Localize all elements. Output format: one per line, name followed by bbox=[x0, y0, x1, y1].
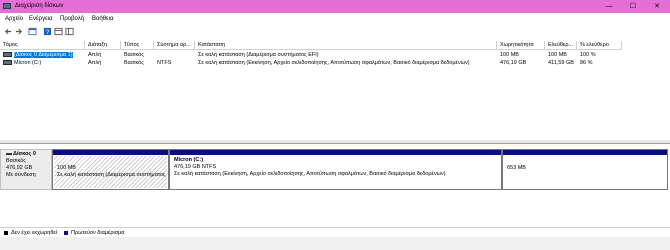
capacity-cell: 100 MB bbox=[500, 52, 519, 58]
status-cell: Σε καλή κατάσταση (Διαμέρισμα συστήματος… bbox=[198, 52, 319, 58]
toolbar: ? bbox=[0, 24, 670, 40]
partition-micron-c[interactable]: Micron (C:) 476,19 GB NTFS Σε καλή κατάσ… bbox=[169, 149, 502, 190]
free-space-cell: 100 MB bbox=[548, 52, 567, 58]
column-header-free-space[interactable]: Ελεύθερ... bbox=[545, 41, 577, 50]
legend-swatch-primary bbox=[64, 231, 68, 235]
filesystem-cell bbox=[154, 51, 195, 59]
column-header-status[interactable]: Κατάσταση bbox=[195, 41, 497, 50]
console-tree-icon[interactable] bbox=[65, 27, 74, 36]
partition-recovery[interactable]: 653 MB bbox=[502, 149, 668, 190]
partition-bar bbox=[53, 150, 168, 155]
help-icon[interactable]: ? bbox=[43, 27, 52, 36]
legend-label-unallocated: Δεν έχει εκχωρηθεί bbox=[11, 230, 58, 236]
menu-file[interactable]: Αρχείο bbox=[5, 16, 23, 22]
column-header-percent-free[interactable]: % ελεύθερο bbox=[577, 41, 622, 50]
maximize-button[interactable]: ☐ bbox=[621, 0, 645, 13]
partition-title: Micron (C:) bbox=[174, 157, 204, 163]
partition-size: 476,19 GB NTFS bbox=[174, 164, 217, 170]
volume-icon bbox=[3, 52, 12, 58]
volume-list: Τόμος Διάταξη Τύπος Σύστημα αρ... Κατάστ… bbox=[0, 40, 670, 140]
type-cell: Βασικός bbox=[124, 52, 144, 58]
filesystem-cell: NTFS bbox=[157, 60, 172, 66]
svg-text:?: ? bbox=[46, 29, 50, 36]
column-header-filesystem[interactable]: Σύστημα αρ... bbox=[154, 41, 195, 50]
column-header-capacity[interactable]: Χωρητικότητα bbox=[497, 41, 545, 50]
partition-bar bbox=[503, 150, 667, 155]
disk-type: Βασικός bbox=[6, 158, 26, 164]
forward-arrow-icon[interactable] bbox=[14, 27, 23, 36]
partition-status: Σε καλή κατάσταση (Εκκίνηση, Αρχείο σελι… bbox=[174, 171, 446, 177]
layout-cell: Απλή bbox=[88, 52, 102, 58]
status-bar bbox=[0, 237, 670, 250]
partition-status: Σε καλή κατάσταση (Διαμέρισμα συστήματος… bbox=[57, 172, 166, 178]
column-header-type[interactable]: Τύπος bbox=[121, 41, 154, 50]
volume-icon bbox=[3, 60, 12, 66]
capacity-cell: 476,19 GB bbox=[500, 60, 527, 66]
back-arrow-icon[interactable] bbox=[4, 27, 13, 36]
partition-size: 100 MB bbox=[57, 165, 76, 171]
percent-free-cell: 100 % bbox=[580, 52, 596, 58]
percent-free-cell: 86 % bbox=[580, 60, 593, 66]
window-title: Διαχείριση δίσκων bbox=[15, 3, 64, 9]
status-cell: Σε καλή κατάσταση (Εκκίνηση, Αρχείο σελι… bbox=[198, 60, 470, 66]
legend-swatch-unallocated bbox=[4, 231, 8, 235]
show-hide-pane-icon[interactable] bbox=[54, 27, 63, 36]
menu-help[interactable]: Βοήθεια bbox=[92, 16, 114, 22]
disk-name: Δίσκος 0 bbox=[13, 151, 36, 157]
table-row[interactable]: Micron (C:) Απλή Βασικός NTFS Σε καλή κα… bbox=[0, 59, 670, 67]
disk-size: 476,92 GB bbox=[6, 165, 33, 171]
layout-cell: Απλή bbox=[88, 60, 102, 66]
column-header-layout[interactable]: Διάταξη bbox=[85, 41, 121, 50]
properties-view-icon[interactable] bbox=[28, 27, 37, 36]
minimize-button[interactable]: — bbox=[597, 0, 621, 13]
disk-info-panel[interactable]: Δίσκος 0 Βασικός 476,92 GB Με σύνδεση bbox=[0, 149, 52, 190]
close-button[interactable]: ✕ bbox=[645, 0, 669, 13]
menu-bar: Αρχείο Ενέργεια Προβολή Βοήθεια bbox=[0, 13, 670, 24]
menu-view[interactable]: Προβολή bbox=[60, 16, 84, 22]
disk-management-icon bbox=[3, 3, 11, 9]
partition-efi[interactable]: 100 MB Σε καλή κατάσταση (Διαμέρισμα συσ… bbox=[52, 149, 169, 190]
disk-icon bbox=[6, 152, 12, 155]
disk-state: Με σύνδεση bbox=[6, 172, 36, 178]
title-bar: Διαχείριση δίσκων — ☐ ✕ bbox=[0, 0, 670, 13]
table-row[interactable]: (Δίσκος 0 Διαμέρισμα 1) Απλή Βασικός Σε … bbox=[0, 51, 670, 59]
legend-label-primary: Πρωτεύον διαμέρισμα bbox=[71, 230, 125, 236]
menu-action[interactable]: Ενέργεια bbox=[29, 16, 53, 22]
volume-name: Micron (C:) bbox=[14, 60, 42, 66]
column-header-volume[interactable]: Τόμος bbox=[0, 41, 85, 50]
partition-bar bbox=[170, 150, 501, 155]
partition-size: 653 MB bbox=[507, 165, 526, 171]
volume-name: (Δίσκος 0 Διαμέρισμα 1) bbox=[14, 52, 73, 58]
free-space-cell: 411,59 GB bbox=[548, 60, 574, 66]
type-cell: Βασικός bbox=[124, 60, 144, 66]
